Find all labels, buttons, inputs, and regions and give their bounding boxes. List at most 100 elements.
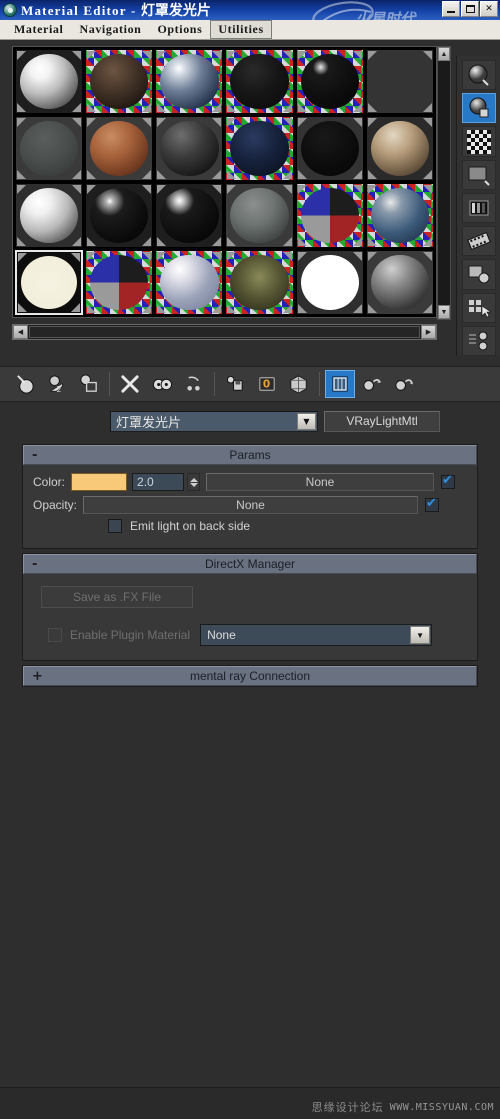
- sample-slot[interactable]: [155, 183, 224, 248]
- plugin-material-dropdown[interactable]: None ▼: [200, 624, 433, 646]
- color-map-enable-checkbox[interactable]: [441, 473, 456, 489]
- background-checker-icon[interactable]: [461, 126, 496, 157]
- sample-slot-grid[interactable]: [12, 46, 437, 318]
- slot-corner-icon: [367, 304, 377, 313]
- select-by-material-icon[interactable]: [461, 292, 496, 323]
- get-material-icon[interactable]: [10, 370, 40, 398]
- color-multiplier-field[interactable]: 2.0: [132, 473, 185, 491]
- put-to-library-icon[interactable]: [220, 370, 250, 398]
- maximize-button[interactable]: [461, 1, 479, 17]
- menu-item-utilities[interactable]: Utilities: [210, 20, 272, 39]
- sample-slot[interactable]: [365, 250, 434, 315]
- minimize-button[interactable]: [442, 1, 460, 17]
- sample-slot[interactable]: [85, 183, 154, 248]
- sample-slot[interactable]: [365, 116, 434, 181]
- sample-slot[interactable]: [295, 116, 364, 181]
- material-effects-channel-icon[interactable]: 0: [252, 370, 282, 398]
- emit-light-back-checkbox[interactable]: [108, 519, 122, 533]
- reset-map-material-icon[interactable]: [115, 370, 145, 398]
- material-type-button[interactable]: VRayLightMtl: [324, 410, 440, 432]
- menu-item-options[interactable]: Options: [149, 20, 210, 39]
- rollout-params-header[interactable]: - Params: [23, 445, 477, 465]
- show-end-result-icon[interactable]: [325, 370, 355, 398]
- close-button[interactable]: ✕: [480, 1, 498, 17]
- assign-material-to-selection-icon[interactable]: [74, 370, 104, 398]
- material-map-navigator-icon[interactable]: [461, 325, 496, 356]
- sample-slot[interactable]: [15, 49, 84, 114]
- hscroll-track[interactable]: [29, 326, 420, 338]
- scroll-up-icon[interactable]: ▲: [438, 47, 450, 61]
- sample-slot[interactable]: [365, 49, 434, 114]
- slot-corner-icon: [352, 170, 362, 179]
- make-material-copy-icon[interactable]: [147, 370, 177, 398]
- slot-corner-icon: [367, 118, 377, 127]
- slot-corner-icon: [422, 237, 432, 246]
- color-label: Color:: [33, 475, 66, 489]
- sample-slot[interactable]: [15, 116, 84, 181]
- sample-slot[interactable]: [295, 49, 364, 114]
- options-icon[interactable]: [461, 259, 496, 290]
- slot-corner-icon: [72, 237, 82, 246]
- slot-corner-icon: [142, 252, 152, 261]
- rollout-params-toggle-icon[interactable]: -: [32, 446, 37, 465]
- material-name-field[interactable]: 灯罩发光片 ▼: [110, 410, 318, 432]
- sample-slot[interactable]: [225, 183, 294, 248]
- rollout-directx-toggle-icon[interactable]: -: [32, 555, 37, 574]
- sample-slot[interactable]: [85, 49, 154, 114]
- make-unique-icon[interactable]: [179, 370, 209, 398]
- menu-item-navigation[interactable]: Navigation: [71, 20, 149, 39]
- slot-corner-icon: [142, 170, 152, 179]
- go-forward-to-sibling-icon[interactable]: [389, 370, 419, 398]
- sample-slot[interactable]: [155, 116, 224, 181]
- site-watermark-logo: 火星时代 www.hxsd.com: [312, 1, 419, 20]
- color-multiplier-spinner[interactable]: [187, 473, 201, 491]
- sample-slot[interactable]: [295, 250, 364, 315]
- slot-sphere: [160, 53, 219, 110]
- sample-slot[interactable]: [85, 250, 154, 315]
- menu-bar: Material Navigation Options Utilities: [0, 20, 500, 40]
- opacity-map-enable-checkbox[interactable]: [425, 496, 440, 512]
- slot-corner-icon: [87, 237, 97, 246]
- material-name-dropdown-icon[interactable]: ▼: [297, 412, 316, 430]
- sample-type-sphere-icon[interactable]: [461, 60, 496, 91]
- slot-corner-icon: [212, 185, 222, 194]
- material-toolbar: 20: [0, 366, 500, 402]
- scroll-left-icon[interactable]: ◀: [13, 325, 28, 339]
- sample-slot[interactable]: [225, 49, 294, 114]
- rollout-mental-ray-header[interactable]: + mental ray Connection: [23, 666, 477, 686]
- slot-corner-icon: [157, 237, 167, 246]
- sample-slot[interactable]: [15, 250, 84, 315]
- opacity-map-button[interactable]: None: [83, 496, 419, 514]
- slot-corner-icon: [422, 118, 432, 127]
- scroll-down-icon[interactable]: ▼: [438, 305, 450, 319]
- sample-slot[interactable]: [225, 250, 294, 315]
- color-swatch[interactable]: [71, 473, 128, 491]
- sample-slot[interactable]: [295, 183, 364, 248]
- rollout-directx-header[interactable]: - DirectX Manager: [23, 554, 477, 574]
- sample-slot[interactable]: [155, 250, 224, 315]
- sample-slots-vertical-scrollbar[interactable]: ▲ ▼: [437, 46, 451, 320]
- sample-slot[interactable]: [365, 183, 434, 248]
- color-map-button[interactable]: None: [206, 473, 435, 491]
- make-preview-icon[interactable]: [461, 226, 496, 257]
- plugin-material-dropdown-icon[interactable]: ▼: [410, 626, 431, 644]
- put-material-to-scene-icon[interactable]: 2: [42, 370, 72, 398]
- rollout-mental-ray-toggle-icon[interactable]: +: [32, 667, 43, 686]
- backlight-icon[interactable]: [461, 93, 496, 124]
- go-to-parent-icon[interactable]: [357, 370, 387, 398]
- sample-slot[interactable]: [15, 183, 84, 248]
- sample-slot[interactable]: [85, 116, 154, 181]
- sample-slots-horizontal-scrollbar[interactable]: ◀ ▶: [12, 324, 437, 340]
- save-as-fx-file-button[interactable]: Save as .FX File: [41, 586, 193, 608]
- scroll-right-icon[interactable]: ▶: [421, 325, 436, 339]
- svg-text:0: 0: [263, 378, 270, 390]
- slot-corner-icon: [87, 185, 97, 194]
- sample-slot[interactable]: [225, 116, 294, 181]
- sample-slot[interactable]: [155, 49, 224, 114]
- video-color-check-icon[interactable]: [461, 192, 496, 224]
- slot-corner-icon: [297, 118, 307, 127]
- show-map-in-viewport-icon[interactable]: [284, 370, 314, 398]
- menu-item-material[interactable]: Material: [6, 20, 71, 39]
- sample-uv-tiling-icon[interactable]: [461, 159, 496, 190]
- enable-plugin-material-checkbox[interactable]: [48, 628, 62, 642]
